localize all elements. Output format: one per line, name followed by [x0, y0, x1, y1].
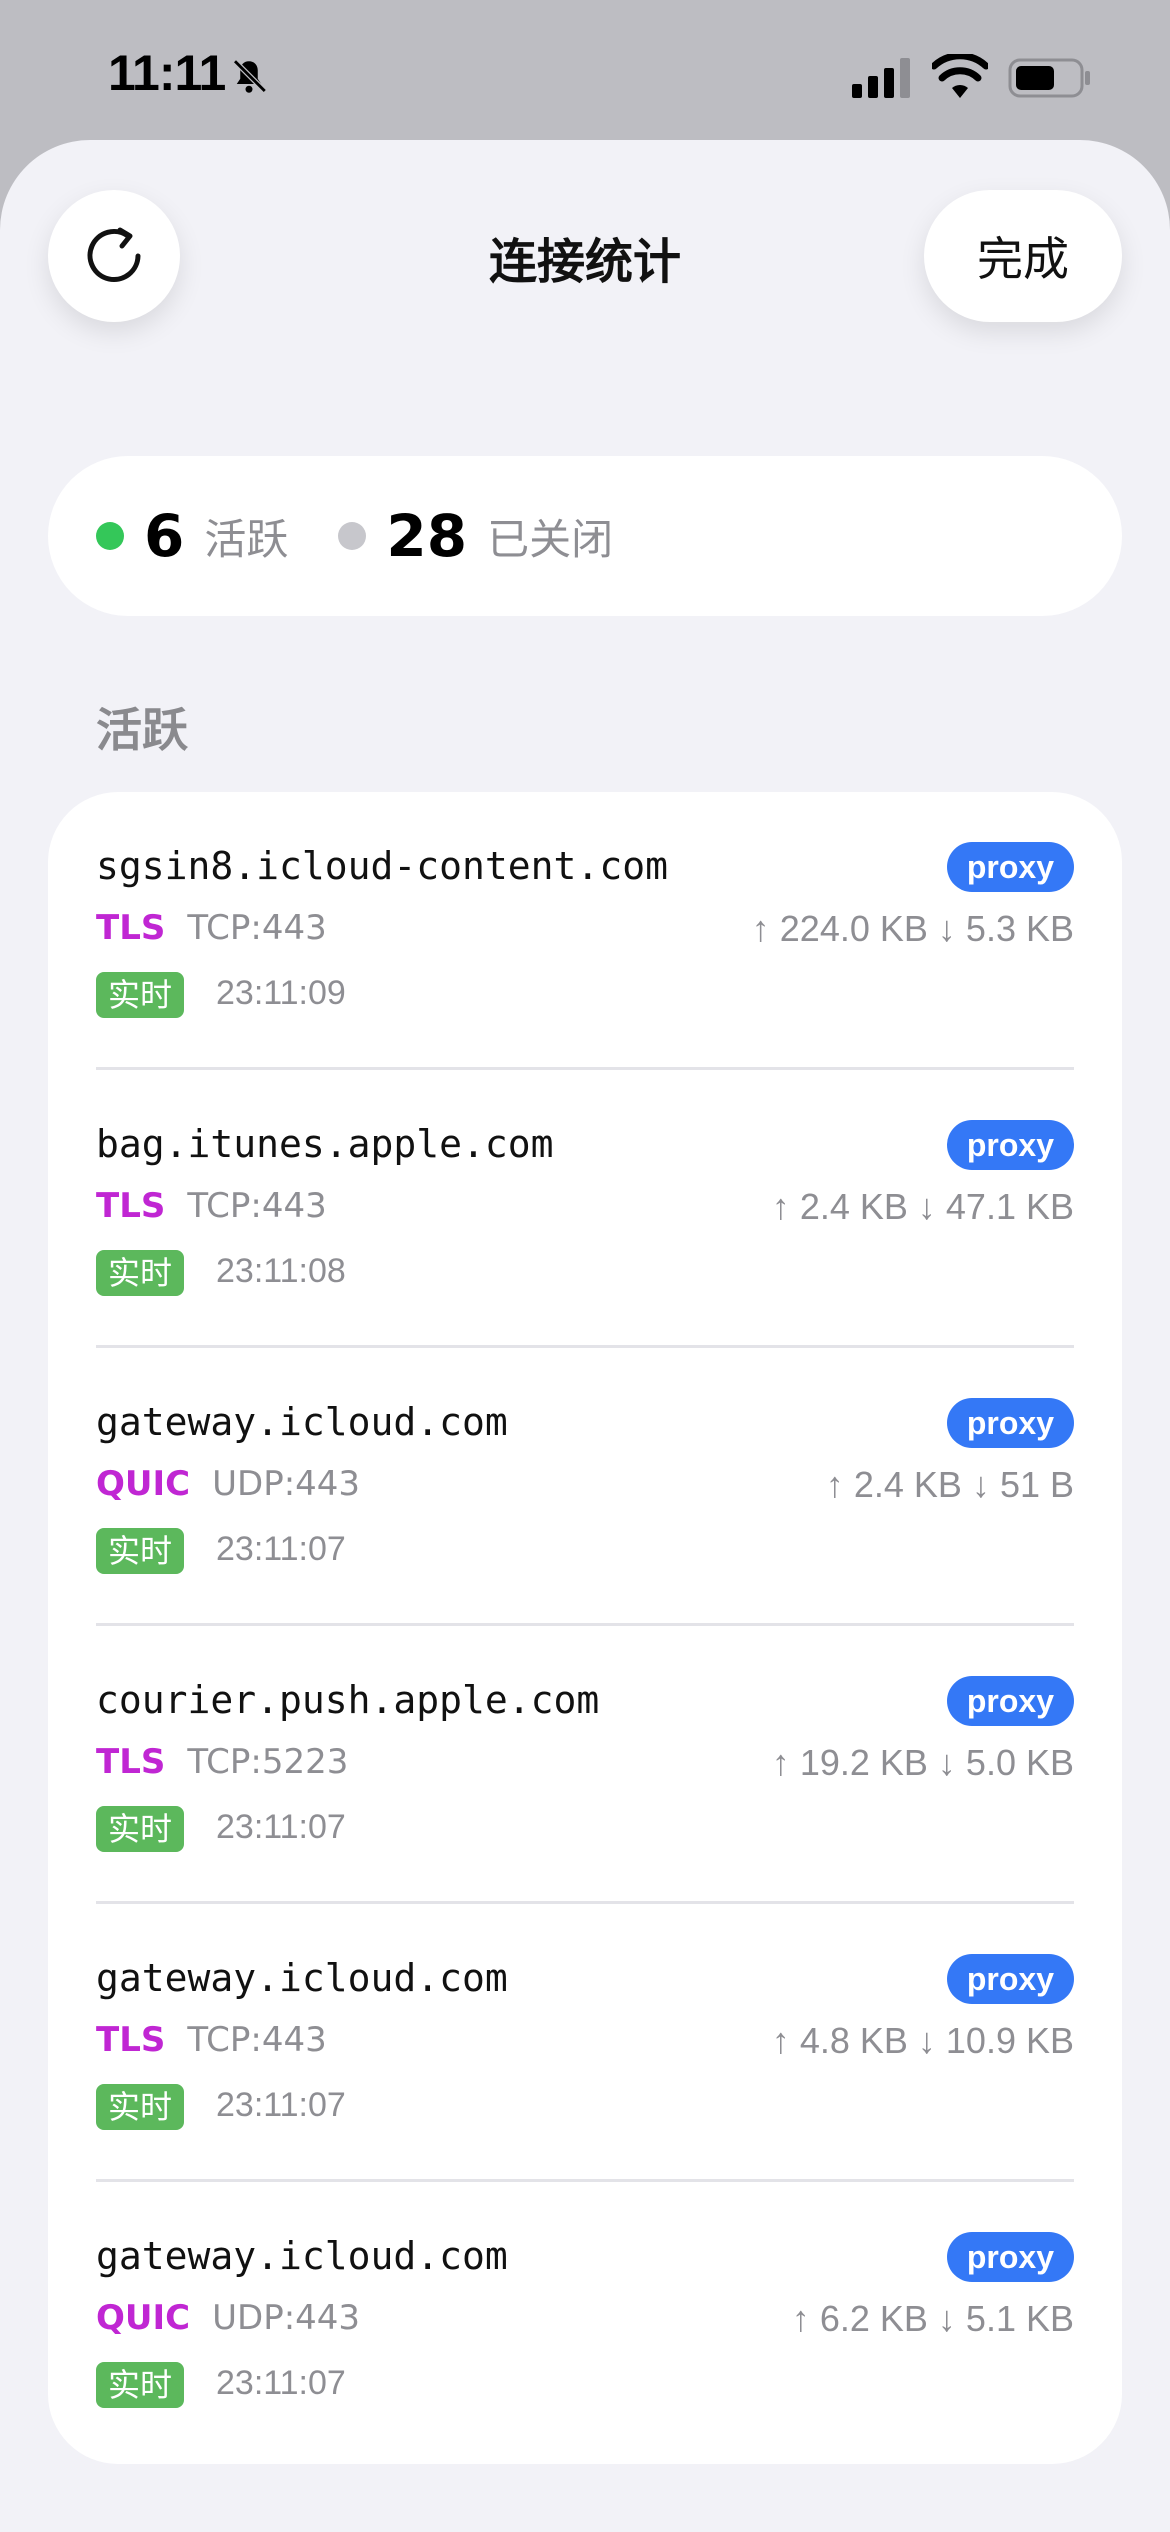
connection-row[interactable]: courier.push.apple.com proxy TLS TCP:5223… — [48, 1626, 1122, 1904]
connection-host: gateway.icloud.com — [96, 2234, 508, 2278]
live-badge: 实时 — [96, 2362, 185, 2408]
rule-badge: proxy — [946, 842, 1074, 892]
upload-amount: ↑ 4.8 KB — [771, 2020, 908, 2061]
traffic-stats: ↑ 6.2 KB ↓ 5.1 KB — [792, 2298, 1074, 2340]
section-header-active: 活跃 — [96, 703, 188, 757]
download-amount: ↓ 47.1 KB — [917, 1186, 1074, 1227]
connection-meta: TLS TCP:443 — [96, 908, 327, 948]
download-amount: ↓ 5.1 KB — [937, 2298, 1074, 2339]
connection-list: sgsin8.icloud-content.com proxy TLS TCP:4… — [48, 792, 1122, 2464]
port-label: TCP:443 — [187, 908, 327, 948]
connection-meta: QUIC UDP:443 — [96, 2298, 360, 2338]
connection-time: 23:11:07 — [216, 1808, 346, 1846]
connection-stats-sheet: 连接统计 完成 6 活跃 28 已关闭 活跃 sgsin8.icloud-con… — [0, 140, 1170, 2532]
rule-badge: proxy — [946, 1676, 1074, 1726]
connection-summary: 6 活跃 28 已关闭 — [48, 456, 1122, 616]
active-status-dot — [96, 522, 124, 550]
closed-status-dot — [338, 522, 367, 550]
connection-host: courier.push.apple.com — [96, 1678, 600, 1722]
port-label: TCP:5223 — [187, 1742, 349, 1782]
port-label: TCP:443 — [187, 2020, 327, 2060]
port-label: UDP:443 — [212, 1464, 361, 1504]
upload-amount: ↑ 2.4 KB — [771, 1186, 908, 1227]
connection-row[interactable]: gateway.icloud.com proxy QUIC UDP:443 ↑ 2… — [48, 1348, 1122, 1626]
download-amount: ↓ 10.9 KB — [917, 2020, 1074, 2061]
active-label: 活跃 — [204, 514, 289, 564]
rule-badge: proxy — [946, 1954, 1074, 2004]
upload-amount: ↑ 19.2 KB — [771, 1742, 928, 1783]
upload-amount: ↑ 2.4 KB — [825, 1464, 962, 1505]
port-label: TCP:443 — [187, 1186, 327, 1226]
done-button[interactable]: 完成 — [924, 190, 1122, 322]
status-bar: 11:11 — [0, 0, 1170, 140]
download-amount: ↓ 51 B — [971, 1464, 1074, 1505]
battery-icon — [1008, 58, 1092, 102]
connection-meta: QUIC UDP:443 — [96, 1464, 360, 1504]
upload-amount: ↑ 224.0 KB — [751, 908, 928, 949]
live-badge: 实时 — [96, 1806, 185, 1852]
protocol-label: QUIC — [96, 1464, 191, 1504]
rule-badge: proxy — [946, 1398, 1074, 1448]
connection-time: 23:11:09 — [216, 974, 346, 1012]
connection-host: gateway.icloud.com — [96, 1956, 508, 2000]
connection-time: 23:11:07 — [216, 2364, 346, 2402]
traffic-stats: ↑ 19.2 KB ↓ 5.0 KB — [772, 1742, 1074, 1784]
live-badge: 实时 — [96, 972, 185, 1018]
protocol-label: QUIC — [96, 2298, 191, 2338]
closed-count: 28 — [386, 502, 468, 570]
traffic-stats: ↑ 2.4 KB ↓ 47.1 KB — [772, 1186, 1074, 1228]
rule-badge: proxy — [946, 2232, 1074, 2282]
protocol-label: TLS — [96, 1742, 166, 1782]
upload-amount: ↑ 6.2 KB — [791, 2298, 928, 2339]
connection-meta: TLS TCP:443 — [96, 2020, 327, 2060]
connection-row[interactable]: bag.itunes.apple.com proxy TLS TCP:443 ↑ … — [48, 1070, 1122, 1348]
status-time: 11:11 — [108, 45, 226, 101]
connection-host: bag.itunes.apple.com — [96, 1122, 554, 1166]
connection-time: 23:11:07 — [216, 1530, 346, 1568]
connection-host: sgsin8.icloud-content.com — [96, 844, 668, 888]
connection-meta: TLS TCP:5223 — [96, 1742, 348, 1782]
active-count: 6 — [144, 502, 185, 570]
wifi-icon — [930, 52, 990, 102]
connection-row[interactable]: gateway.icloud.com proxy TLS TCP:443 ↑ 4.… — [48, 1904, 1122, 2182]
connection-host: gateway.icloud.com — [96, 1400, 508, 1444]
port-label: UDP:443 — [212, 2298, 361, 2338]
bell-slash-icon — [228, 56, 270, 102]
live-badge: 实时 — [96, 2084, 185, 2130]
traffic-stats: ↑ 2.4 KB ↓ 51 B — [826, 1464, 1074, 1506]
connection-row[interactable]: sgsin8.icloud-content.com proxy TLS TCP:4… — [48, 792, 1122, 1070]
download-amount: ↓ 5.3 KB — [937, 908, 1074, 949]
protocol-label: TLS — [96, 2020, 166, 2060]
connection-row[interactable]: gateway.icloud.com proxy QUIC UDP:443 ↑ 6… — [48, 2182, 1122, 2460]
cellular-signal-icon — [852, 58, 914, 102]
live-badge: 实时 — [96, 1250, 185, 1296]
rule-badge: proxy — [946, 1120, 1074, 1170]
download-amount: ↓ 5.0 KB — [937, 1742, 1074, 1783]
protocol-label: TLS — [96, 1186, 166, 1226]
live-badge: 实时 — [96, 1528, 185, 1574]
connection-time: 23:11:07 — [216, 2086, 346, 2124]
protocol-label: TLS — [96, 908, 166, 948]
connection-meta: TLS TCP:443 — [96, 1186, 327, 1226]
connection-time: 23:11:08 — [216, 1252, 346, 1290]
closed-label: 已关闭 — [487, 514, 614, 564]
traffic-stats: ↑ 224.0 KB ↓ 5.3 KB — [752, 908, 1074, 950]
traffic-stats: ↑ 4.8 KB ↓ 10.9 KB — [772, 2020, 1074, 2062]
